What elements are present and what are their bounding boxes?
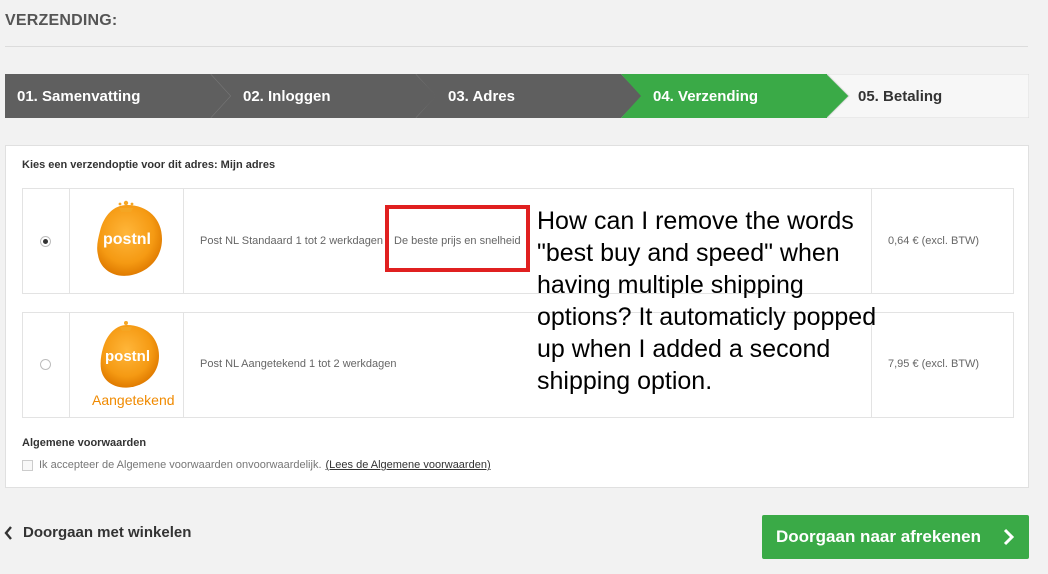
terms-checkbox[interactable] (22, 459, 33, 471)
step-summary[interactable]: 01. Samenvatting (5, 74, 231, 118)
step-label: 01. Samenvatting (17, 87, 141, 105)
svg-text:Aangetekend: Aangetekend (92, 392, 175, 408)
shipping-description: Post NL Standaard 1 tot 2 werkdagen (200, 235, 384, 247)
continue-shopping-label: Doorgaan met winkelen (23, 524, 192, 541)
checkout-steps: 01. Samenvatting 02. Inloggen 03. Adres … (5, 74, 1029, 118)
continue-shopping-link[interactable]: Doorgaan met winkelen (4, 524, 191, 541)
terms-accept-text: Ik accepteer de Algemene voorwaarden onv… (39, 459, 322, 471)
step-shipping[interactable]: 04. Verzending (621, 74, 849, 118)
step-label: 03. Adres (448, 87, 515, 105)
radio-cell (23, 313, 70, 417)
svg-text:postnl: postnl (103, 231, 151, 248)
terms-row: Ik accepteer de Algemene voorwaarden onv… (22, 459, 491, 471)
postnl-logo: postnl (97, 200, 162, 276)
shipping-prompt: Kies een verzendoptie voor dit adres: Mi… (22, 159, 276, 171)
shipping-radio-standard[interactable] (40, 236, 51, 247)
carrier-logo-cell: postnl (70, 189, 184, 293)
page-title: VERZENDING: (5, 12, 118, 29)
checkout-button[interactable]: Doorgaan naar afrekenen (762, 515, 1029, 559)
step-payment[interactable]: 05. Betaling (827, 74, 1029, 118)
svg-text:postnl: postnl (105, 348, 150, 365)
heading-divider (5, 46, 1028, 47)
step-label: 04. Verzending (653, 87, 759, 105)
shipping-radio-registered[interactable] (40, 359, 51, 370)
shipping-price: 7,95 € (excl. BTW) (888, 358, 980, 370)
step-login[interactable]: 02. Inloggen (211, 74, 437, 118)
annotation-text: How can I remove the words "best buy and… (537, 207, 877, 395)
chevron-left-icon (4, 525, 12, 540)
step-label: 05. Betaling (858, 87, 943, 105)
shipping-price: 0,64 € (excl. BTW) (888, 235, 980, 247)
terms-link[interactable]: (Lees de Algemene voorwaarden) (326, 459, 491, 471)
postnl-aangetekend-logo: postnl Aangetekend (92, 321, 175, 408)
radio-cell (23, 189, 70, 293)
checkout-button-label: Doorgaan naar afrekenen (776, 527, 982, 546)
shipping-description: Post NL Aangetekend 1 tot 2 werkdagen (200, 358, 397, 370)
step-address[interactable]: 03. Adres (416, 74, 642, 118)
step-label: 02. Inloggen (243, 87, 331, 105)
carrier-logo-cell: postnl Aangetekend (70, 313, 184, 417)
annotation-highlight-box (385, 205, 530, 272)
chevron-right-icon (1003, 528, 1015, 546)
terms-title: Algemene voorwaarden (22, 437, 147, 449)
